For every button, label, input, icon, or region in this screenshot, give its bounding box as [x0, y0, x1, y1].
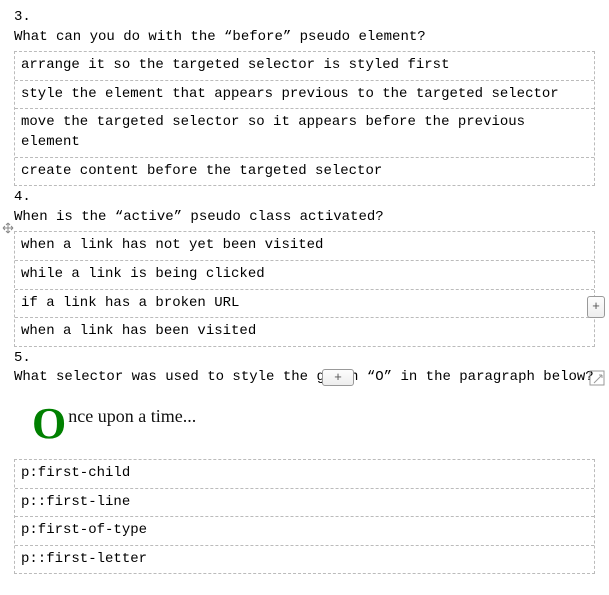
resize-handle-icon[interactable] — [589, 370, 605, 386]
answer-option[interactable]: create content before the targeted selec… — [15, 158, 594, 186]
answer-table: arrange it so the targeted selector is s… — [14, 51, 595, 186]
answer-option[interactable]: move the targeted selector so it appears… — [15, 109, 594, 157]
move-handle-icon[interactable] — [2, 222, 14, 234]
answer-option[interactable]: when a link has not yet been visited — [15, 232, 594, 261]
answer-option[interactable]: when a link has been visited — [15, 318, 594, 346]
answer-option[interactable]: p::first-letter — [15, 546, 594, 574]
question-number: 5. — [14, 349, 595, 369]
question-number: 4. — [14, 188, 595, 208]
add-row-button[interactable]: + — [322, 369, 354, 386]
answer-option[interactable]: p:first-child — [15, 460, 594, 489]
question-text: What selector was used to style the gree… — [14, 368, 595, 388]
answer-option[interactable]: while a link is being clicked — [15, 261, 594, 290]
answer-option[interactable]: style the element that appears previous … — [15, 81, 594, 110]
answer-option[interactable]: if a link has a broken URL — [15, 290, 594, 319]
add-column-button[interactable]: + — [587, 296, 605, 318]
answer-option[interactable]: p::first-line — [15, 489, 594, 518]
question-number: 3. — [14, 8, 595, 28]
answer-option[interactable]: arrange it so the targeted selector is s… — [15, 52, 594, 81]
answer-table: when a link has not yet been visited whi… — [14, 231, 595, 346]
question-text: When is the “active” pseudo class activa… — [14, 208, 595, 228]
example-paragraph: Once upon a time... — [32, 406, 595, 441]
dropcap-letter: O — [32, 406, 68, 441]
answer-table: p:first-child p::first-line p:first-of-t… — [14, 459, 595, 574]
question-text: What can you do with the “before” pseudo… — [14, 28, 595, 48]
answer-option[interactable]: p:first-of-type — [15, 517, 594, 546]
example-text: nce upon a time... — [68, 406, 196, 426]
